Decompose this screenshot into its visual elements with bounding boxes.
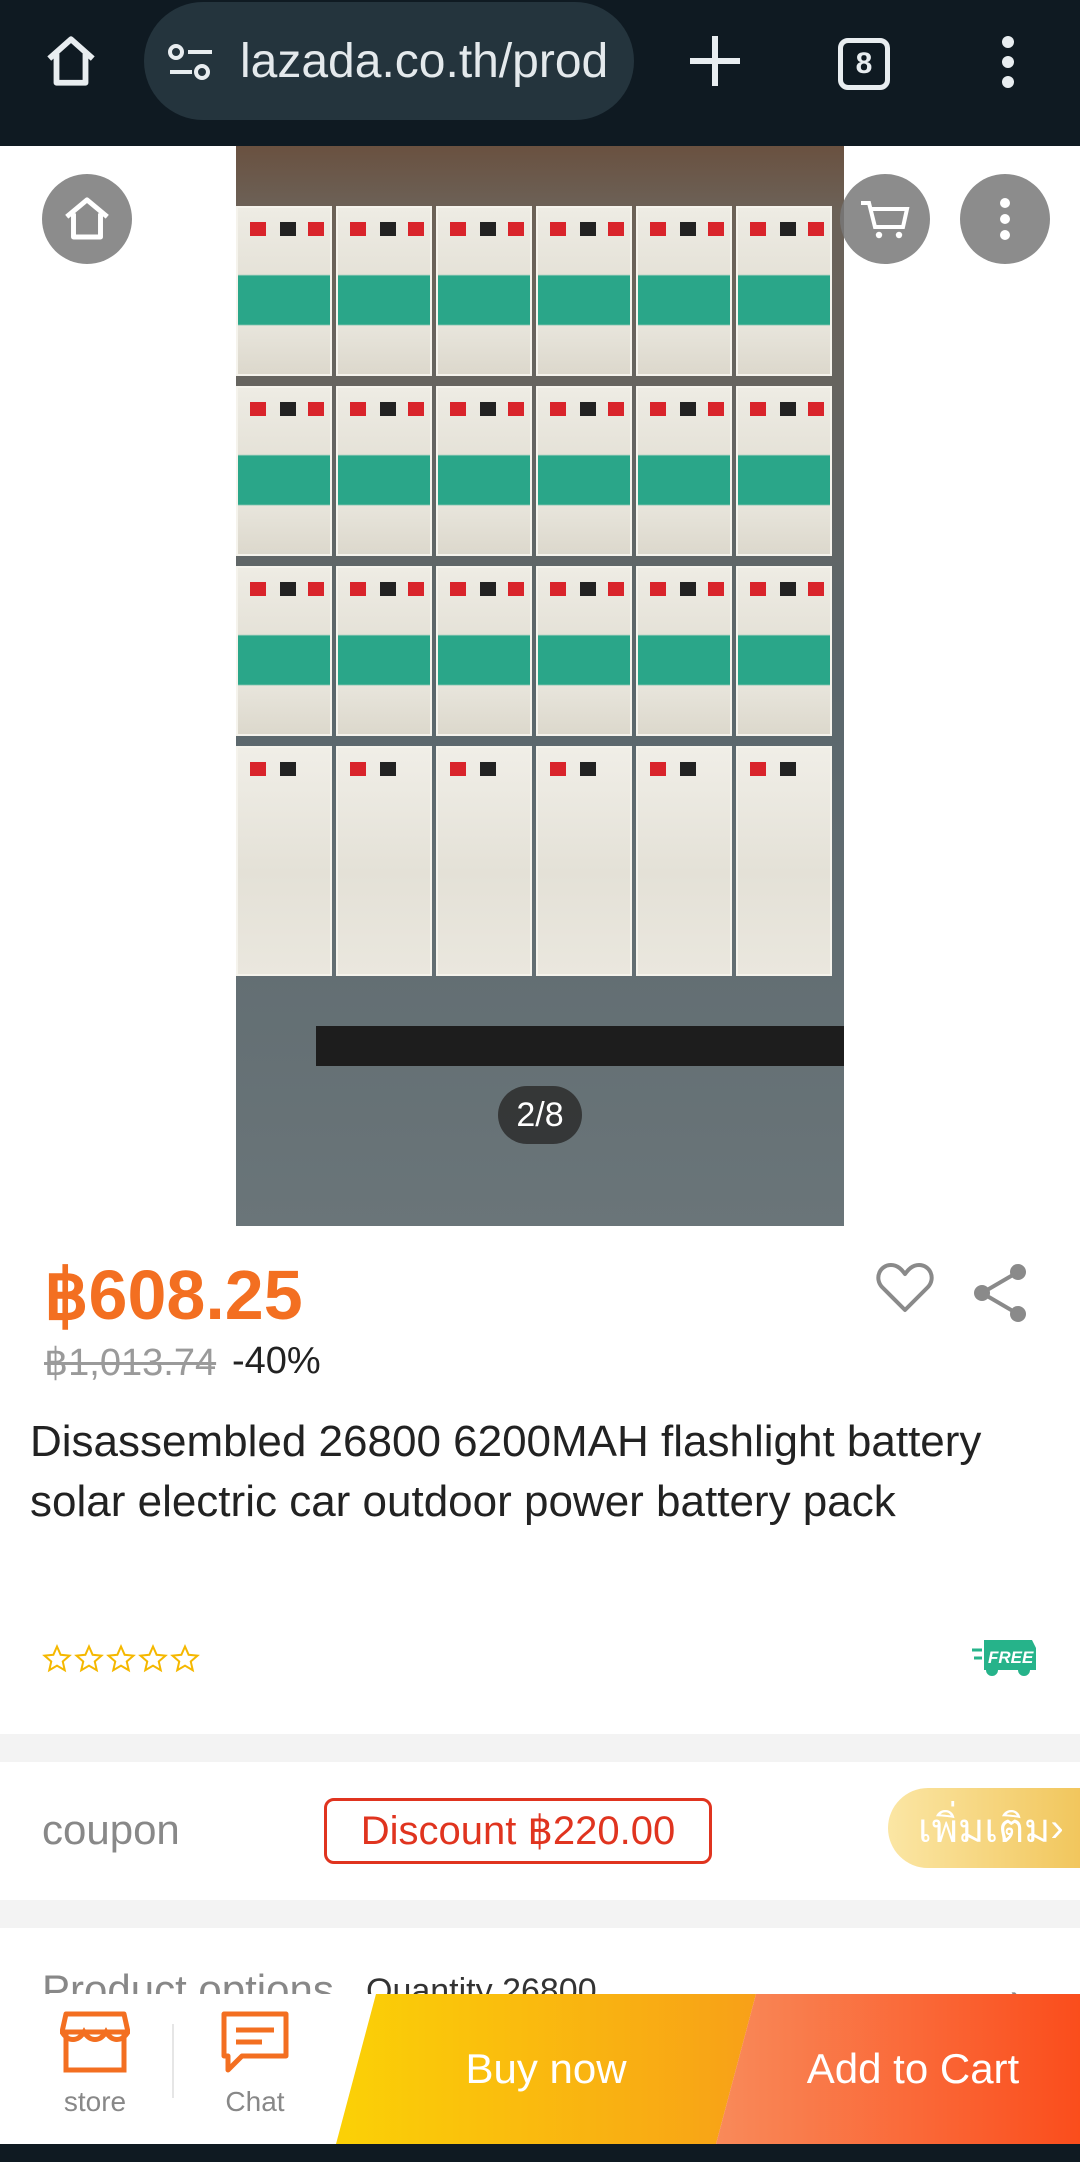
gallery-home-icon[interactable] — [42, 174, 132, 264]
gallery-more-icon[interactable] — [960, 174, 1050, 264]
new-tab-plus-icon[interactable] — [684, 30, 746, 92]
pack-row — [236, 566, 844, 736]
star-icon — [106, 1644, 136, 1673]
pack-row — [236, 206, 844, 376]
system-nav-strip — [0, 2144, 1080, 2162]
browser-home-icon[interactable] — [38, 28, 104, 94]
bottom-action-bar: store Chat Buy now Add to Cart — [0, 1994, 1080, 2144]
store-icon — [60, 2011, 130, 2073]
app-root: lazada.co.th/prod 8 2/8 ฿608.25 ฿1,013.7… — [0, 0, 1080, 2162]
free-badge-text: FREE — [988, 1648, 1034, 1667]
chevron-right-icon: › — [1050, 1805, 1064, 1850]
coupon-label: coupon — [42, 1806, 180, 1853]
browser-toolbar: lazada.co.th/prod 8 — [0, 0, 1080, 146]
chat-label: Chat — [225, 2086, 285, 2117]
star-icon — [74, 1644, 104, 1673]
coupon-more-button[interactable]: เพิ่มเติม › — [888, 1788, 1080, 1868]
coupon-tag[interactable]: Discount ฿220.00 — [324, 1798, 712, 1864]
tabs-count-button[interactable]: 8 — [838, 38, 890, 90]
pack-row — [236, 386, 844, 556]
buy-now-button[interactable]: Buy now — [336, 1994, 756, 2144]
section-divider — [0, 1734, 1080, 1762]
photo-battery-packs — [236, 206, 844, 986]
wishlist-heart-icon[interactable] — [876, 1262, 934, 1314]
store-button[interactable]: store — [50, 2010, 140, 2134]
address-bar[interactable]: lazada.co.th/prod — [144, 2, 634, 120]
chat-button[interactable]: Chat — [210, 2010, 300, 2134]
image-counter: 2/8 — [498, 1086, 582, 1144]
pack-row — [236, 746, 844, 976]
bar-separator — [172, 2024, 174, 2098]
current-price: ฿608.25 — [44, 1256, 303, 1334]
url-text: lazada.co.th/prod — [240, 35, 609, 88]
rating-stars — [42, 1644, 200, 1674]
product-gallery[interactable]: 2/8 — [0, 146, 1080, 1226]
star-icon — [42, 1644, 72, 1673]
section-divider — [0, 1900, 1080, 1928]
product-title: Disassembled 26800 6200MAH flashlight ba… — [30, 1417, 982, 1526]
star-icon — [138, 1644, 168, 1673]
coupon-more-label: เพิ่มเติม — [918, 1807, 1051, 1851]
share-icon[interactable] — [970, 1262, 1032, 1324]
gallery-cart-icon[interactable] — [840, 174, 930, 264]
store-label: store — [63, 2086, 127, 2117]
browser-menu-icon[interactable] — [996, 34, 1020, 90]
photo-terminal-strip — [316, 1026, 844, 1066]
site-settings-icon[interactable] — [166, 42, 216, 82]
chat-icon — [221, 2011, 289, 2073]
original-price: ฿1,013.74 — [44, 1342, 217, 1384]
free-shipping-icon: FREE — [972, 1640, 1036, 1676]
star-icon — [170, 1644, 200, 1673]
product-photo[interactable] — [236, 146, 844, 1226]
discount-percent: -40% — [232, 1340, 321, 1382]
add-to-cart-button[interactable]: Add to Cart — [716, 1994, 1080, 2144]
